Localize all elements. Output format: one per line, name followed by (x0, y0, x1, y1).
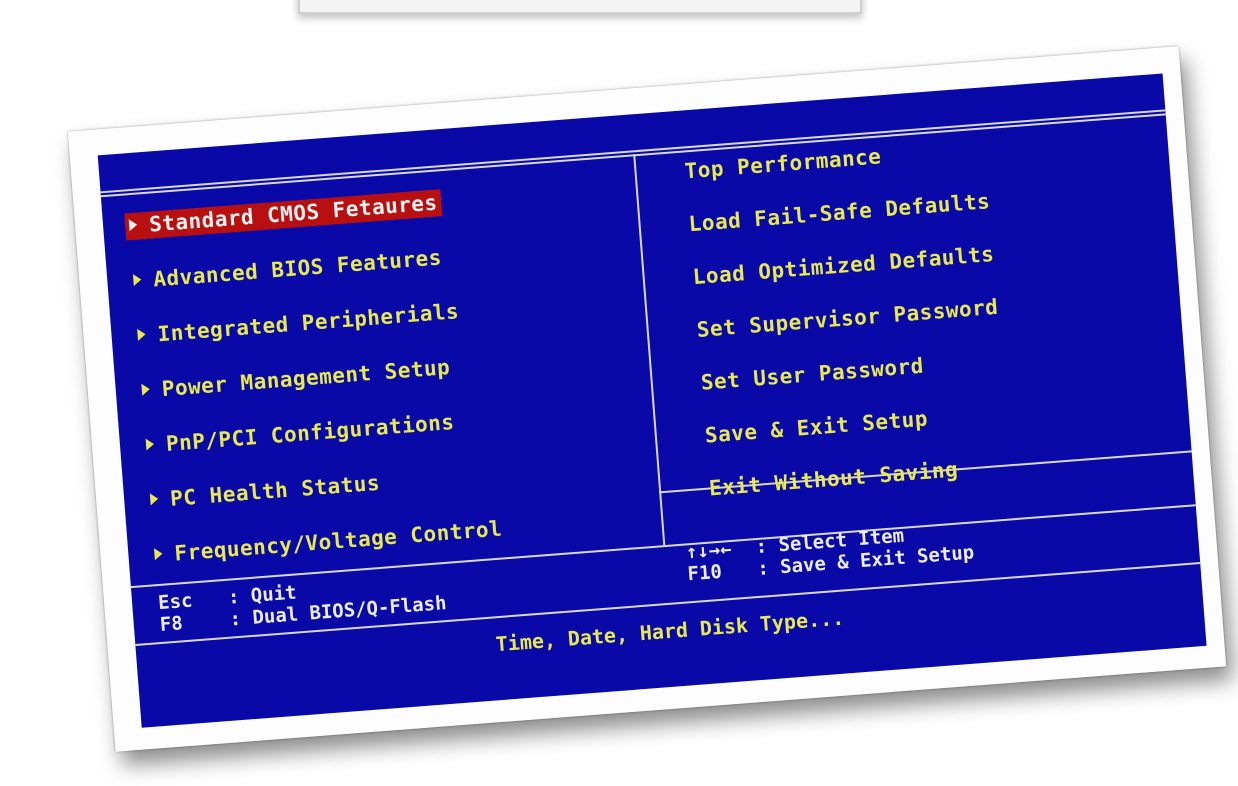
column-divider (633, 154, 666, 546)
menu-item-label: PC Health Status (169, 470, 381, 511)
menu-item-pnp-pci-configurations[interactable]: PnP/PCI Configurations (141, 409, 459, 460)
menu-item-pc-health-status[interactable]: PC Health Status (145, 469, 385, 514)
key-name: F10 (686, 560, 723, 586)
menu-item-label: Load Optimized Defaults (691, 241, 996, 290)
menu-item-label: Load Fail-Safe Defaults (687, 189, 992, 237)
menu-item-label: Frequency/Voltage Control (173, 516, 504, 566)
menu-item-label: Set User Password (699, 353, 925, 395)
arrow-right-icon (141, 383, 151, 396)
right-menu: Top Performance Load Fail-Safe Defaults … (98, 73, 1163, 500)
bios-screen: Standard CMOS Fetaures Advanced BIOS Fea… (97, 73, 1207, 728)
menu-item-label: Advanced BIOS Features (152, 245, 443, 292)
key-name: F8 (159, 612, 184, 637)
top-border-line (100, 109, 1166, 194)
menu-item-load-optimized-defaults[interactable]: Load Optimized Defaults (688, 241, 999, 292)
menu-item-label: Save & Exit Setup (704, 406, 929, 448)
menu-item-label: Standard CMOS Fetaures (148, 190, 439, 237)
menu-item-power-management-setup[interactable]: Power Management Setup (137, 354, 455, 405)
arrow-right-icon (153, 547, 163, 561)
menu-item-standard-cmos-features[interactable]: Standard CMOS Fetaures (124, 189, 443, 241)
arrow-right-icon (137, 328, 147, 341)
arrow-right-icon (145, 437, 155, 451)
photo-stage: Standard CMOS Fetaures Advanced BIOS Fea… (0, 0, 1238, 786)
arrow-right-icon (132, 273, 142, 287)
menu-item-save-and-exit-setup[interactable]: Save & Exit Setup (700, 405, 933, 450)
menu-item-label: Top Performance (683, 144, 883, 184)
menu-item-label: Power Management Setup (160, 355, 452, 402)
photo-frame: Standard CMOS Fetaures Advanced BIOS Fea… (67, 46, 1227, 752)
arrow-right-icon (149, 492, 159, 506)
left-menu: Standard CMOS Fetaures Advanced BIOS Fea… (98, 73, 1163, 566)
background-photo-frame (298, 0, 862, 14)
menu-item-label: Exit Without Saving (708, 457, 959, 501)
menu-item-exit-without-saving[interactable]: Exit Without Saving (704, 456, 963, 503)
menu-item-integrated-peripherals[interactable]: Integrated Peripherials (133, 298, 464, 350)
menu-item-load-fail-safe-defaults[interactable]: Load Fail-Safe Defaults (684, 188, 995, 239)
menu-item-label: Integrated Peripherials (156, 299, 460, 347)
arrow-right-icon (128, 218, 138, 232)
menu-item-set-user-password[interactable]: Set User Password (696, 352, 929, 397)
menu-item-label: PnP/PCI Configurations (165, 409, 456, 456)
menu-item-advanced-bios-features[interactable]: Advanced BIOS Features (128, 244, 446, 295)
menu-item-set-supervisor-password[interactable]: Set Supervisor Password (692, 294, 1003, 345)
menu-item-label: Set Supervisor Password (695, 294, 1000, 342)
